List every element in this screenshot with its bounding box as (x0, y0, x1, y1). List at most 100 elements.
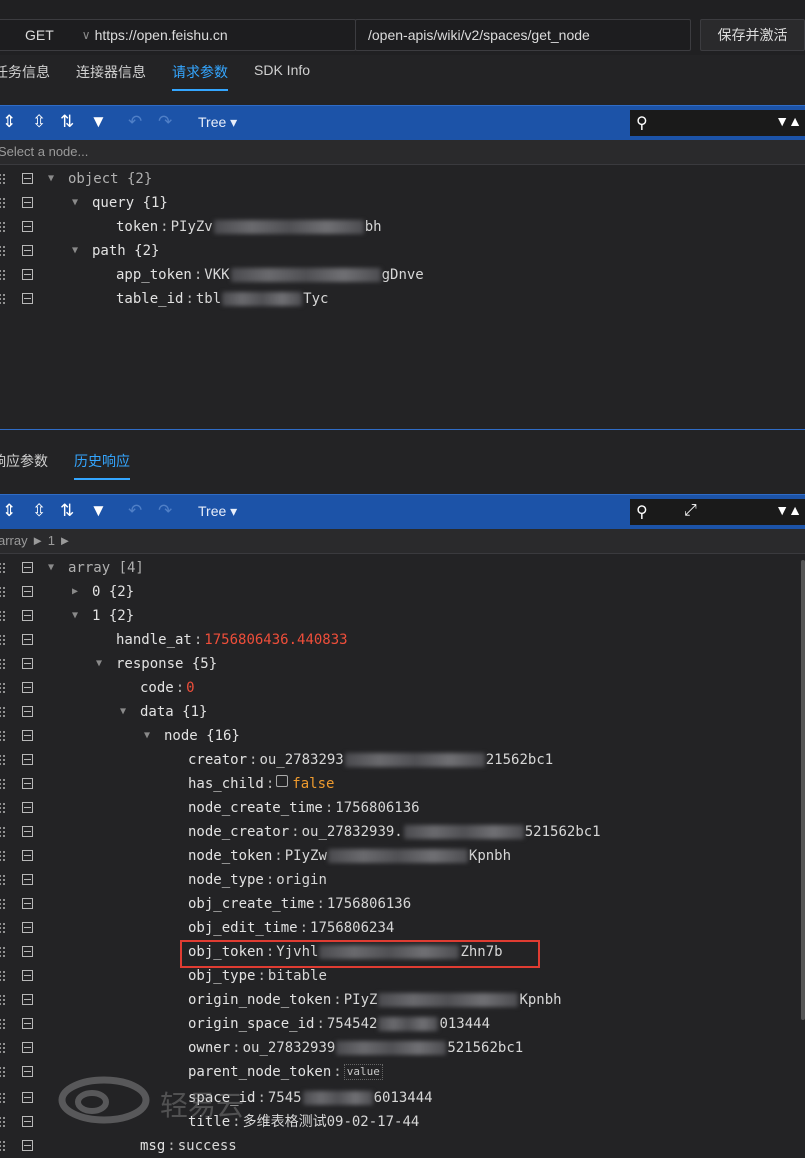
tree-row[interactable]: node_token: PIyZw Kpnbh (0, 844, 805, 868)
method-select[interactable]: GET (25, 27, 54, 43)
context-menu-icon[interactable] (22, 778, 33, 789)
context-menu-icon[interactable] (22, 970, 33, 981)
drag-handle-icon[interactable] (0, 610, 6, 622)
context-menu-icon[interactable] (22, 173, 33, 184)
context-menu-icon[interactable] (22, 245, 33, 256)
context-menu-icon[interactable] (22, 658, 33, 669)
context-menu-icon[interactable] (22, 730, 33, 741)
caret-down-icon[interactable]: ▼ (96, 652, 102, 676)
context-menu-icon[interactable] (22, 1092, 33, 1103)
context-menu-icon[interactable] (22, 850, 33, 861)
context-menu-icon[interactable] (22, 1018, 33, 1029)
context-menu-icon[interactable] (22, 1066, 33, 1077)
context-menu-icon[interactable] (22, 874, 33, 885)
drag-handle-icon[interactable] (0, 221, 6, 233)
tab-request-params[interactable]: 请求参数 (172, 55, 228, 91)
tree-row[interactable]: ▼ object {2} (0, 167, 805, 191)
drag-handle-icon[interactable] (0, 874, 6, 886)
tree-row[interactable]: table_id: tbl Tyc (0, 287, 805, 311)
redo-icon[interactable]: ↷ (158, 113, 172, 131)
drag-handle-icon[interactable] (0, 898, 6, 910)
context-menu-icon[interactable] (22, 610, 33, 621)
drag-handle-icon[interactable] (0, 1066, 6, 1078)
context-menu-icon[interactable] (22, 562, 33, 573)
tab-sdk-info[interactable]: SDK Info (254, 55, 310, 91)
caret-down-icon[interactable]: ▼ (72, 191, 78, 215)
caret-down-icon[interactable]: ▼ (48, 556, 54, 580)
drag-handle-icon[interactable] (0, 1042, 6, 1054)
drag-handle-icon[interactable] (0, 706, 6, 718)
drag-handle-icon[interactable] (0, 994, 6, 1006)
context-menu-icon[interactable] (22, 634, 33, 645)
tree-row[interactable]: ▼ query {1} (0, 191, 805, 215)
history-navbar[interactable]: array ► 1 ► (0, 529, 805, 554)
tab-task-info[interactable]: 任务信息 (0, 55, 50, 91)
context-menu-icon[interactable] (22, 221, 33, 232)
tree-row[interactable]: ▼ data {1} (0, 700, 805, 724)
context-menu-icon[interactable] (22, 682, 33, 693)
tree-row[interactable]: ▶ 0 {2} (0, 580, 805, 604)
drag-handle-icon[interactable] (0, 970, 6, 982)
context-menu-icon[interactable] (22, 706, 33, 717)
collapse-all-icon[interactable]: ⇳ (32, 502, 46, 520)
caret-down-icon[interactable]: ▼ (72, 239, 78, 263)
search-nav-icon[interactable]: ▼▲ (775, 113, 802, 129)
expand-all-icon[interactable]: ⇕ (2, 113, 16, 131)
tree-row[interactable]: node_type: origin (0, 868, 805, 892)
undo-icon[interactable]: ↶ (128, 502, 142, 520)
tree-row[interactable]: ▼ array [4] (0, 556, 805, 580)
caret-down-icon[interactable]: ▼ (48, 167, 54, 191)
drag-handle-icon[interactable] (0, 1018, 6, 1030)
sort-icon[interactable]: ⇅ (60, 113, 74, 131)
expand-all-icon[interactable]: ⇕ (2, 502, 16, 520)
context-menu-icon[interactable] (22, 994, 33, 1005)
tree-row[interactable]: owner: ou_27832939 521562bc1 (0, 1036, 805, 1060)
drag-handle-icon[interactable] (0, 269, 6, 281)
context-menu-icon[interactable] (22, 946, 33, 957)
drag-handle-icon[interactable] (0, 634, 6, 646)
drag-handle-icon[interactable] (0, 850, 6, 862)
drag-handle-icon[interactable] (0, 245, 6, 257)
tab-history-response[interactable]: 历史响应 (74, 444, 130, 480)
tree-row[interactable]: handle_at:1756806436.440833 (0, 628, 805, 652)
has-child-checkbox[interactable] (276, 775, 289, 787)
tree-row[interactable]: ▼ path {2} (0, 239, 805, 263)
drag-handle-icon[interactable] (0, 802, 6, 814)
caret-down-icon[interactable]: ▼ (144, 724, 150, 748)
drag-handle-icon[interactable] (0, 197, 6, 209)
context-menu-icon[interactable] (22, 1116, 33, 1127)
drag-handle-icon[interactable] (0, 826, 6, 838)
context-menu-icon[interactable] (22, 826, 33, 837)
tab-response-params[interactable]: 响应参数 (0, 444, 48, 480)
params-search-box[interactable]: ⚲ ▼▲ (630, 110, 805, 136)
drag-handle-icon[interactable] (0, 682, 6, 694)
caret-right-icon[interactable]: ▶ (72, 580, 78, 604)
tree-row[interactable]: token: PIyZv bh (0, 215, 805, 239)
method-url-field[interactable]: GET ∨ https://open.feishu.cn (0, 19, 356, 51)
undo-icon[interactable]: ↶ (128, 113, 142, 131)
mode-select[interactable]: Tree ▾ (198, 503, 237, 520)
tree-row[interactable]: origin_space_id:754542 013444 (0, 1012, 805, 1036)
context-menu-icon[interactable] (22, 1140, 33, 1151)
chevron-down-icon[interactable]: ∨ (82, 28, 91, 42)
tree-row[interactable]: obj_edit_time:1756806234 (0, 916, 805, 940)
fullscreen-icon[interactable]: ⤢ (684, 502, 697, 520)
tree-row[interactable]: ▼ response {5} (0, 652, 805, 676)
params-navbar[interactable]: Select a node... (0, 140, 805, 165)
tree-row[interactable]: ▼ node {16} (0, 724, 805, 748)
drag-handle-icon[interactable] (0, 946, 6, 958)
tree-row[interactable]: node_create_time:1756806136 (0, 796, 805, 820)
filter-icon[interactable]: ▼ (90, 502, 107, 520)
redo-icon[interactable]: ↷ (158, 502, 172, 520)
drag-handle-icon[interactable] (0, 658, 6, 670)
drag-handle-icon[interactable] (0, 1092, 6, 1104)
context-menu-icon[interactable] (22, 898, 33, 909)
empty-value-placeholder[interactable]: value (343, 1064, 383, 1080)
tree-row[interactable]: node_creator: ou_27832939. 521562bc1 (0, 820, 805, 844)
tree-row[interactable]: has_child: false (0, 772, 805, 796)
context-menu-icon[interactable] (22, 1042, 33, 1053)
context-menu-icon[interactable] (22, 197, 33, 208)
context-menu-icon[interactable] (22, 269, 33, 280)
context-menu-icon[interactable] (22, 802, 33, 813)
drag-handle-icon[interactable] (0, 778, 6, 790)
